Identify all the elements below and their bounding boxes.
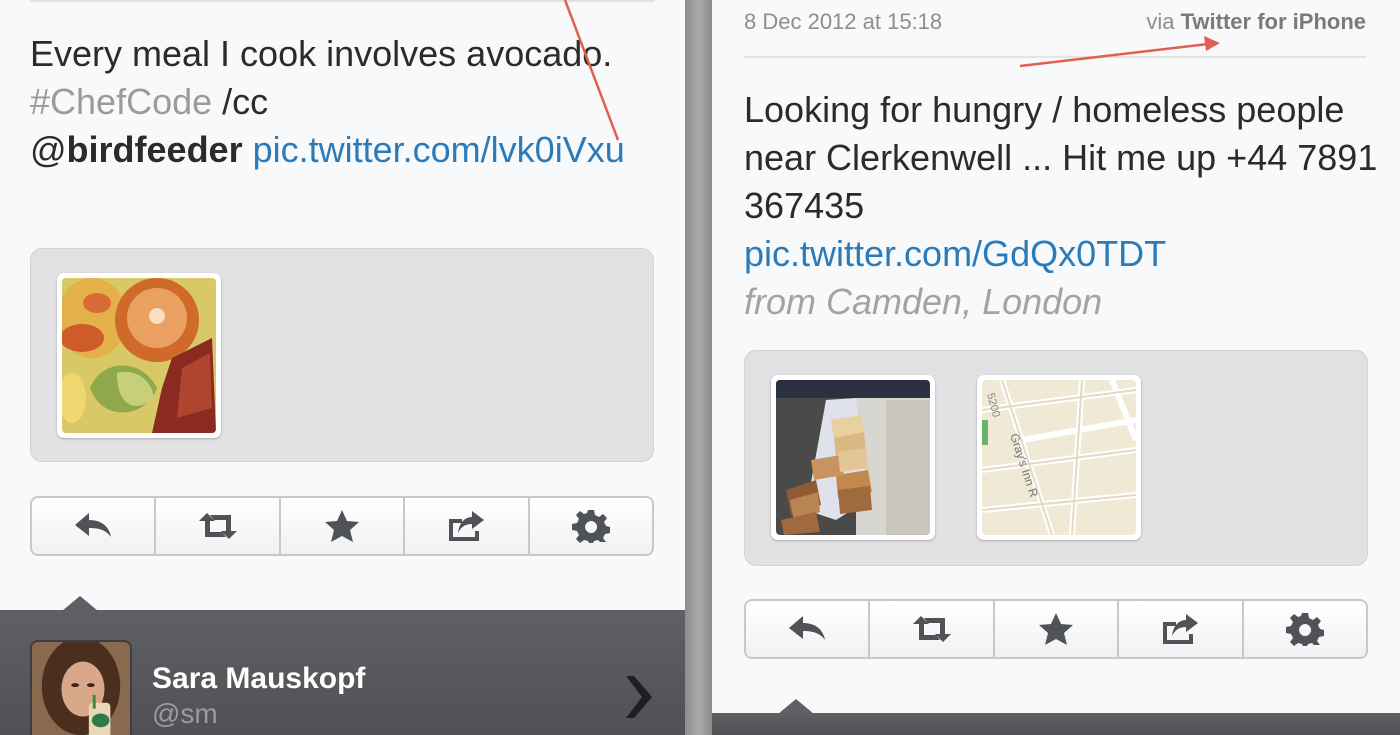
retweet-icon bbox=[912, 616, 951, 642]
favorite-button[interactable] bbox=[281, 498, 406, 554]
media-container bbox=[30, 248, 654, 462]
reply-icon bbox=[75, 513, 112, 537]
retweet-button[interactable] bbox=[156, 498, 281, 554]
media-container: 5200 Gray's Inn R bbox=[744, 350, 1368, 566]
retweet-button[interactable] bbox=[870, 601, 995, 657]
mention-at: @ bbox=[30, 129, 67, 170]
reply-button[interactable] bbox=[746, 601, 871, 657]
share-icon bbox=[1163, 614, 1199, 644]
settings-button[interactable] bbox=[530, 498, 652, 554]
settings-button[interactable] bbox=[1244, 601, 1366, 657]
map-thumbnail[interactable]: 5200 Gray's Inn R bbox=[977, 375, 1141, 540]
reply-button[interactable] bbox=[32, 498, 157, 554]
star-icon bbox=[325, 510, 360, 542]
bar-notch bbox=[778, 699, 814, 714]
gear-icon bbox=[571, 510, 610, 543]
mention-username: birdfeeder bbox=[66, 129, 243, 170]
tweet-action-bar bbox=[744, 599, 1368, 659]
panel-divider bbox=[685, 0, 712, 735]
share-button[interactable] bbox=[1119, 601, 1244, 657]
bottom-bar bbox=[712, 699, 1400, 735]
user-handle: @sm bbox=[152, 698, 218, 729]
location-text[interactable]: from Camden, London bbox=[744, 278, 1384, 326]
chevron-right-icon[interactable] bbox=[620, 672, 656, 722]
tweet-body: Every meal I cook involves avocado. bbox=[30, 33, 613, 74]
bar-notch bbox=[62, 596, 98, 611]
tweet-action-bar bbox=[30, 496, 654, 556]
via-prefix: via bbox=[1146, 9, 1175, 34]
cc-text: /cc bbox=[222, 81, 269, 122]
tweet-text: Every meal I cook involves avocado. #Che… bbox=[30, 30, 630, 174]
left-tweet-panel: Every meal I cook involves avocado. #Che… bbox=[0, 0, 685, 735]
via-client: via Twitter for iPhone bbox=[1146, 9, 1366, 35]
sandwich-photo-thumbnail[interactable] bbox=[771, 375, 935, 540]
tweet-timestamp: 8 Dec 2012 at 15:18 bbox=[744, 9, 943, 34]
share-button[interactable] bbox=[405, 498, 530, 554]
tweet-text: Looking for hungry / homeless people nea… bbox=[744, 86, 1384, 326]
client-name[interactable]: Twitter for iPhone bbox=[1181, 9, 1366, 34]
tweet-body: Looking for hungry / homeless people nea… bbox=[744, 89, 1378, 226]
share-icon bbox=[449, 511, 485, 541]
pic-link[interactable]: pic.twitter.com/lvk0iVxu bbox=[253, 129, 625, 170]
top-divider bbox=[30, 0, 655, 2]
favorite-button[interactable] bbox=[995, 601, 1120, 657]
pic-link[interactable]: pic.twitter.com/GdQx0TDT bbox=[744, 230, 1384, 278]
retweet-icon bbox=[198, 513, 237, 539]
hashtag-link[interactable]: #ChefCode bbox=[30, 81, 212, 122]
user-profile-bar[interactable]: Sara Mauskopf @sm bbox=[0, 596, 685, 735]
user-display-name: Sara Mauskopf bbox=[152, 662, 366, 695]
star-icon bbox=[1039, 613, 1074, 645]
meta-divider bbox=[744, 56, 1366, 58]
avatar[interactable] bbox=[30, 640, 132, 735]
reply-icon bbox=[789, 616, 826, 640]
food-photo-thumbnail[interactable] bbox=[57, 273, 221, 438]
mention-link[interactable]: @birdfeeder bbox=[30, 129, 243, 170]
gear-icon bbox=[1285, 613, 1324, 646]
